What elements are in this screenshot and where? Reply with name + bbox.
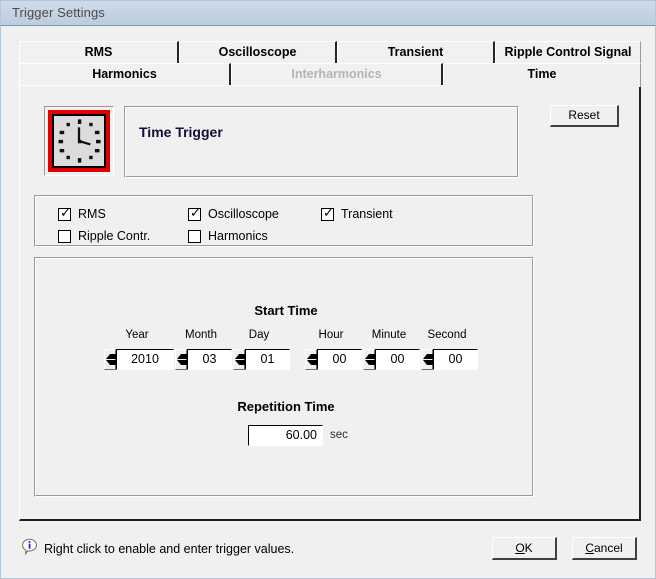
tab-interharmonics: Interharmonics [231,63,443,85]
clock-svg [58,119,101,163]
reset-button[interactable]: Reset [550,105,619,127]
tab-time[interactable]: Time [443,63,641,87]
label-day: Day [248,329,270,341]
spinner-arrows-second[interactable] [421,349,439,370]
cancel-accel: C [585,541,594,555]
tab-ripple-control-signal[interactable]: Ripple Control Signal [495,41,641,63]
input-month[interactable]: 03 [187,349,232,370]
spinner-day[interactable]: 01 [233,349,290,370]
repetition-time-title: Repetition Time [237,399,335,414]
window-title: Trigger Settings [12,5,105,20]
checkbox-box-ripple-contr[interactable] [58,230,71,243]
hint-text: Right click to enable and enter trigger … [44,542,295,556]
spinner-arrows-hour[interactable] [305,349,323,370]
tab-harmonics[interactable]: Harmonics [19,63,231,85]
checkbox-box-harmonics[interactable] [188,230,201,243]
input-minute[interactable]: 00 [375,349,420,370]
input-hour[interactable]: 00 [317,349,362,370]
tab-oscilloscope[interactable]: Oscilloscope [179,41,337,63]
time-settings-group: Start Time Year 2010 Month 03 Day 01 Hour 00 Min… [34,257,534,497]
spinner-minute[interactable]: 00 [363,349,420,370]
tab-row-2: Harmonics Interharmonics Time [19,63,641,87]
spinner-month[interactable]: 03 [175,349,232,370]
trigger-title-panel: Time Trigger [124,106,519,178]
checkbox-label-harmonics: Harmonics [208,229,268,243]
trigger-sources-group-inner: ✓ RMS ✓ Oscilloscope ✓ Transient Ripple Contr.… [35,196,533,246]
repetition-time-unit: sec [330,429,348,441]
spinner-arrows-month[interactable] [175,349,193,370]
clock-red-frame [48,110,110,172]
clock-black-frame [52,114,106,168]
spinner-arrows-day[interactable] [233,349,251,370]
label-second: Second [427,329,467,341]
spinner-arrows-year[interactable] [104,349,122,370]
trigger-settings-dialog: Trigger Settings RMS Oscilloscope Transien… [0,0,656,579]
checkbox-label-transient: Transient [341,207,393,221]
check-icon: ✓ [323,206,334,221]
trigger-title-panel-inner: Time Trigger [125,107,518,177]
tab-transient[interactable]: Transient [337,41,495,63]
clock-icon[interactable] [44,106,114,176]
checkbox-label-ripple-contr: Ripple Contr. [78,229,151,243]
spinner-hour[interactable]: 00 [305,349,362,370]
checkbox-box-oscilloscope[interactable]: ✓ [188,206,201,221]
title-bar[interactable]: Trigger Settings [1,1,655,26]
input-day[interactable]: 01 [245,349,290,370]
input-year[interactable]: 2010 [116,349,174,370]
tab-rms[interactable]: RMS [19,41,179,63]
trigger-sources-group: ✓ RMS ✓ Oscilloscope ✓ Transient Ripple Contr.… [34,195,534,247]
tab-row-1: RMS Oscilloscope Transient Ripple Control S… [19,41,641,63]
check-icon: ✓ [190,206,201,221]
spinner-year[interactable]: 2010 [104,349,174,370]
cancel-button[interactable]: Cancel [572,537,637,560]
clock-face [54,116,104,166]
checkbox-box-transient[interactable]: ✓ [321,206,334,221]
check-icon: ✓ [60,206,71,221]
repetition-time-input[interactable]: 60.00 [248,425,323,446]
ok-button[interactable]: OK [492,537,557,560]
start-time-title: Start Time [254,303,318,318]
info-icon [21,538,38,556]
trigger-title: Time Trigger [139,124,223,140]
spinner-arrows-minute[interactable] [363,349,381,370]
info-icon-svg [22,538,37,556]
time-settings-group-inner: Start Time Year 2010 Month 03 Day 01 Hour 00 Min… [35,258,533,496]
input-second[interactable]: 00 [433,349,478,370]
checkbox-label-rms: RMS [78,207,106,221]
checkbox-label-oscilloscope: Oscilloscope [208,207,279,221]
ok-accel: O [515,541,525,555]
checkbox-box-rms[interactable]: ✓ [58,206,71,221]
spinner-second[interactable]: 00 [421,349,478,370]
